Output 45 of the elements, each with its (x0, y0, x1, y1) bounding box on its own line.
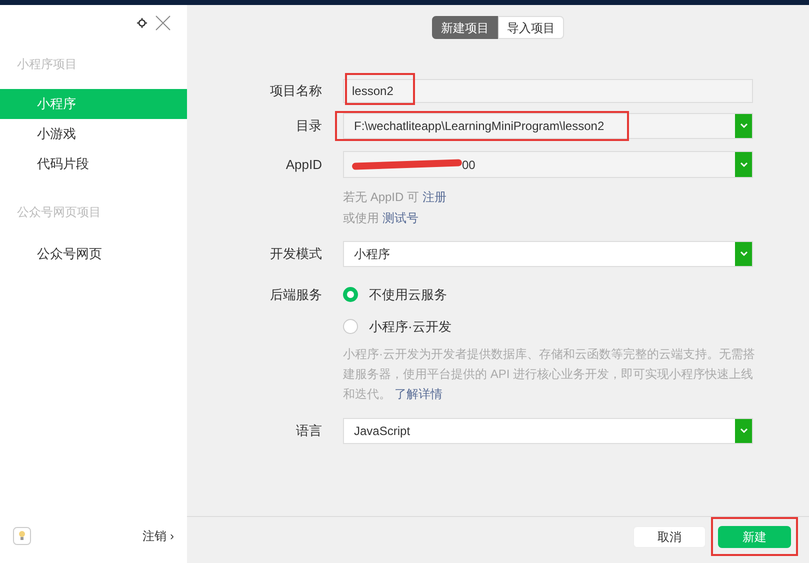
project-name-field[interactable]: lesson2 (343, 79, 753, 103)
close-icon[interactable] (155, 15, 171, 31)
settings-icon[interactable] (137, 18, 147, 28)
field-label: AppID (284, 156, 322, 174)
register-link[interactable]: 注册 (422, 190, 446, 204)
caret-icon (740, 428, 748, 434)
directory-field[interactable]: F:\wechatliteapp\LearningMiniProgram\lesson2 (343, 113, 753, 139)
caret-icon (740, 123, 748, 129)
radio-button[interactable] (343, 318, 358, 334)
radio-label: 小程序·云开发 (369, 318, 452, 336)
dropdown-button[interactable] (735, 242, 752, 266)
tab[interactable]: 导入项目 (498, 16, 564, 39)
feedback-icon[interactable] (13, 527, 31, 545)
language-value: JavaScript (353, 423, 412, 440)
sidebar-item[interactable]: 代码片段 (0, 149, 187, 179)
caret-icon (740, 162, 748, 168)
hint-text: 或使用 测试号 (343, 210, 420, 227)
tab[interactable]: 新建项目 (432, 16, 498, 39)
field-label: 项目名称 (269, 82, 322, 100)
mode-value: 小程序 (353, 246, 391, 263)
dropdown-button[interactable] (735, 114, 752, 138)
field-label: 目录 (295, 117, 322, 136)
dropdown-button[interactable] (735, 152, 752, 177)
radio-label: 不使用云服务 (369, 286, 447, 304)
logout-link[interactable]: 注销 › (142, 527, 174, 545)
caret-icon (740, 251, 748, 257)
hint-text: 若无 AppID 可 注册 (343, 189, 448, 206)
section-title: 小程序项目 (16, 56, 78, 73)
appid-value: 00 (462, 156, 476, 174)
test-account-link[interactable]: 测试号 (382, 211, 418, 225)
field-label: 后端服务 (269, 286, 322, 304)
radio-button[interactable] (343, 287, 358, 302)
section-title: 公众号网页项目 (16, 204, 102, 221)
mode-select[interactable]: 小程序 (343, 241, 753, 267)
dropdown-button[interactable] (735, 419, 752, 443)
cancel-button[interactable]: 取消 (633, 526, 706, 548)
language-select[interactable]: JavaScript (343, 418, 753, 444)
description-text: 小程序·云开发为开发者提供数据库、存储和云函数等完整的云端支持。无需搭建服务器，使用平台提供的 API 进行核心业务开发，即可实现小程序快速上线和迭代。 了解详情 (343, 346, 756, 403)
directory-value: F:\wechatliteapp\LearningMiniProgram\lesson2 (353, 118, 606, 135)
sidebar-item[interactable]: 小游戏 (0, 119, 187, 149)
sidebar-item[interactable]: 公众号网页 (0, 239, 187, 269)
field-label: 语言 (295, 422, 322, 440)
learn-more-link[interactable]: 了解详情 (394, 387, 442, 401)
appid-field[interactable]: 00 (343, 151, 753, 178)
field-label: 开发模式 (269, 245, 322, 264)
